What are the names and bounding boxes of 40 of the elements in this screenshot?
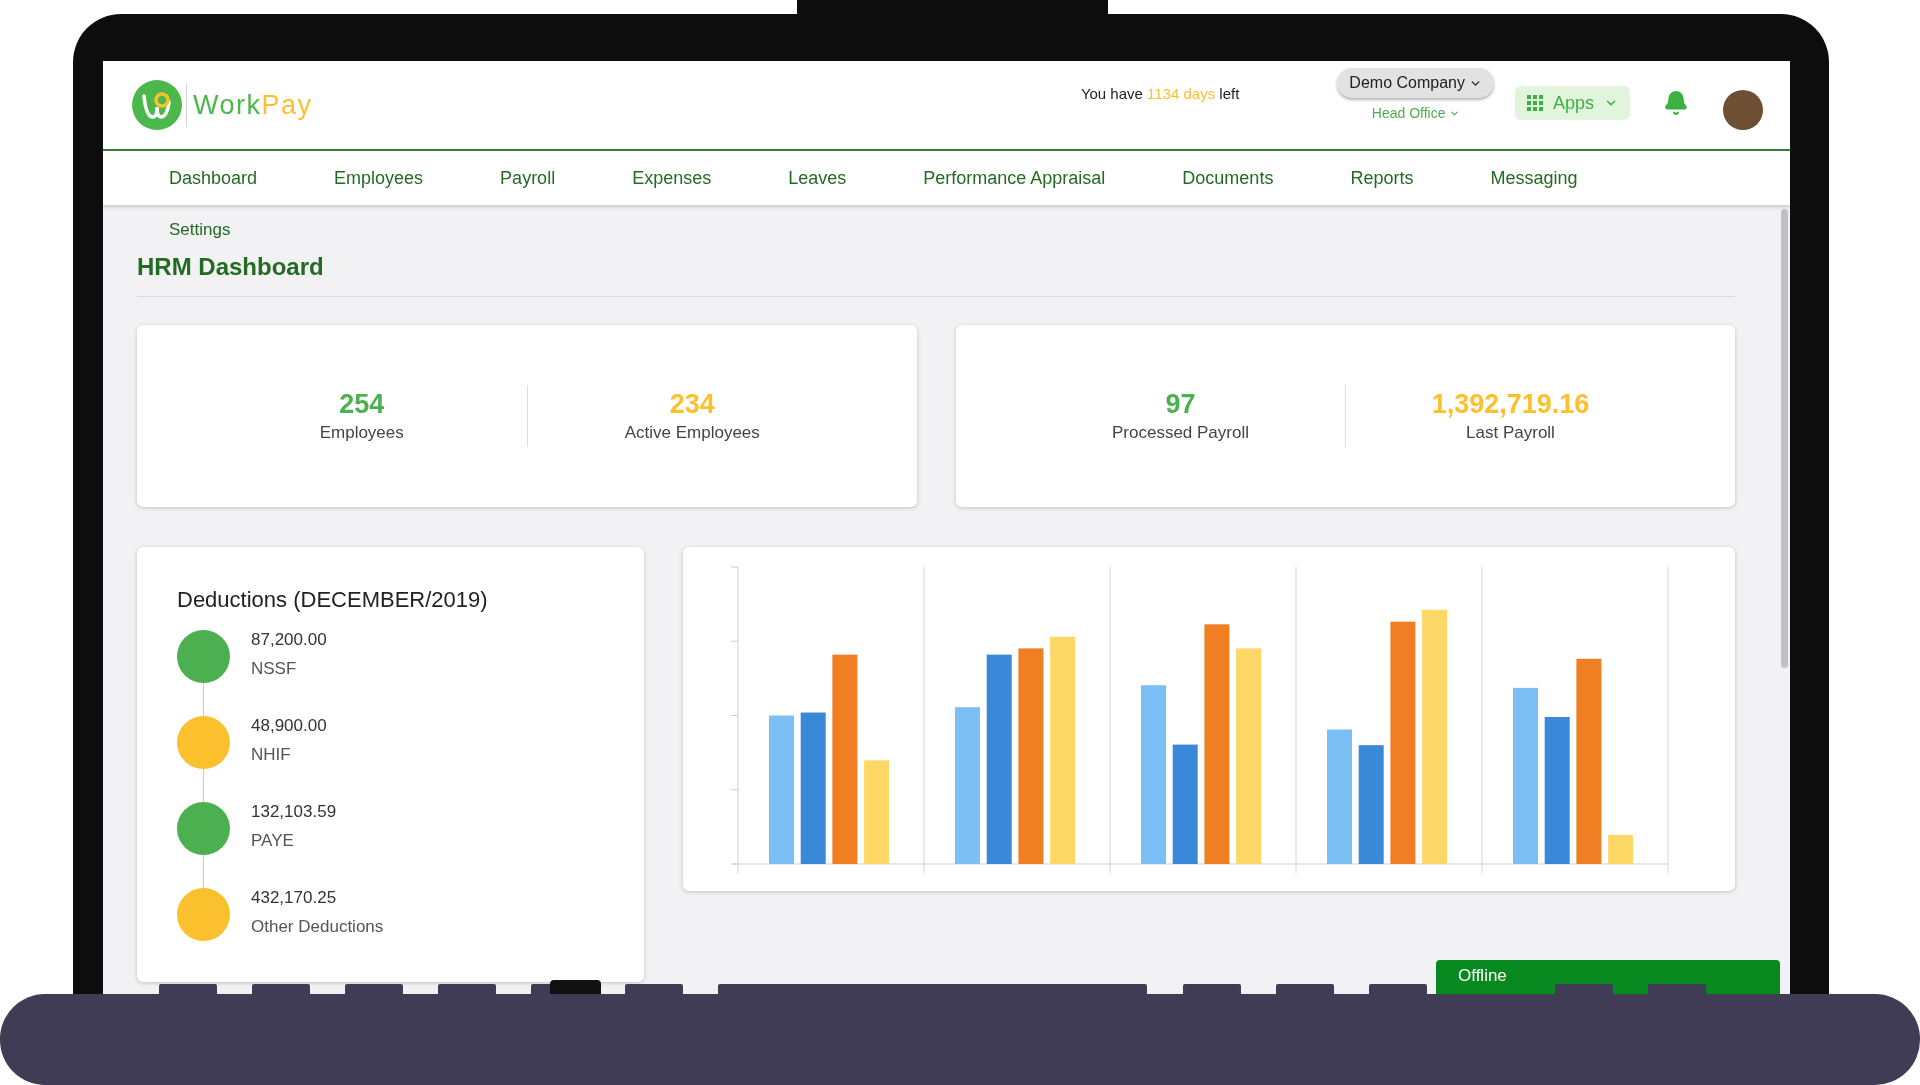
company-dropdown[interactable]: Demo Company (1337, 68, 1494, 98)
nav-item[interactable]: Leaves (788, 167, 847, 189)
deduction-amount: 48,900.00 (251, 716, 327, 736)
deduction-name: Other Deductions (251, 917, 384, 937)
scrollbar-thumb[interactable] (1781, 209, 1788, 668)
stat-label: Employees (319, 422, 404, 444)
stat-value: 234 (669, 388, 715, 420)
deduction-name: NHIF (251, 745, 291, 765)
deduction-name: NSSF (251, 659, 297, 679)
nav-item[interactable]: Employees (334, 167, 424, 189)
bell-icon[interactable] (1663, 90, 1689, 116)
connector-line (203, 683, 204, 716)
subnav-link[interactable]: Settings (169, 220, 231, 240)
nav-item[interactable]: Messaging (1490, 167, 1578, 189)
nav-item[interactable]: Expenses (632, 167, 712, 189)
user-avatar[interactable] (1723, 90, 1763, 130)
connector-line (203, 855, 204, 888)
stat-label: Last Payroll (1466, 422, 1555, 444)
deduction-amount: 132,103.59 (251, 802, 337, 822)
nav-item[interactable]: Reports (1350, 167, 1414, 189)
logo-text: WorkPay (193, 89, 313, 121)
nav-item[interactable]: Dashboard (169, 167, 258, 189)
nav-item[interactable]: Payroll (500, 167, 556, 189)
deduction-amount: 87,200.00 (251, 630, 327, 650)
logo-icon (132, 80, 182, 130)
nav-item[interactable]: Documents (1182, 167, 1274, 189)
grid-icon (1526, 95, 1543, 111)
deductions-title: Deductions (DECEMBER/2019) (177, 587, 489, 613)
deduction-amount: 432,170.25 (251, 888, 337, 908)
stat-label: Active Employees (624, 422, 760, 444)
nav-item[interactable]: Performance Appraisal (923, 167, 1106, 189)
stat-label: Processed Payroll (1112, 422, 1249, 444)
trial-notice: You have 1134 days left (1080, 85, 1240, 103)
stat-value: 97 (1165, 388, 1196, 420)
deduction-name: PAYE (251, 831, 294, 851)
stat-value: 254 (339, 388, 385, 420)
stat-value: 1,392,719.16 (1431, 388, 1590, 420)
connector-line (203, 769, 204, 802)
page-title: HRM Dashboard (137, 252, 325, 282)
chart-bar (1608, 834, 1634, 864)
